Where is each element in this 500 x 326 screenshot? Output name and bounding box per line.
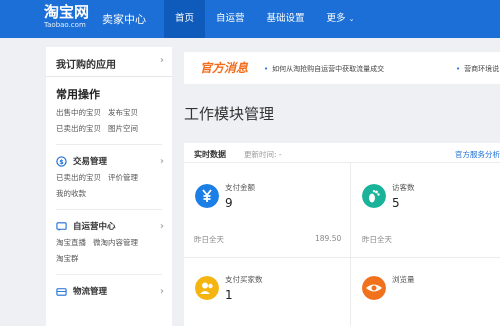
link-reviews[interactable]: 评价管理	[108, 172, 138, 183]
taobao-logo[interactable]: 淘宝网 Taobao.com	[44, 4, 89, 30]
link-taobao-group[interactable]: 淘宝群	[56, 253, 79, 264]
notice-item[interactable]: 如何从淘抢购自运营中获取流量成交	[264, 64, 384, 74]
page-title: 工作模块管理	[184, 105, 275, 123]
card-footer-label: 昨日全天	[194, 235, 224, 244]
group-trade[interactable]: $ 交易管理 ›	[56, 155, 172, 167]
sidebar: 我订购的应用 › 常用操作 出售中的宝贝 发布宝贝 已卖出的宝贝 图片空间 $ …	[46, 47, 172, 326]
svg-text:$: $	[59, 157, 64, 165]
chevron-right-icon: ›	[159, 55, 164, 66]
common-links-row: 出售中的宝贝 发布宝贝	[56, 107, 172, 118]
link-sold-items[interactable]: 已卖出的宝贝	[56, 172, 101, 183]
link-image-space[interactable]: 图片空间	[108, 123, 138, 134]
group-logistics[interactable]: 物流管理 ›	[56, 285, 172, 297]
update-time: 更新时间: -	[244, 150, 282, 159]
group-logistics-title: 物流管理	[73, 287, 108, 297]
divider	[56, 274, 162, 275]
card-label: 支付买家数	[225, 275, 263, 284]
link-publish-item[interactable]: 发布宝贝	[108, 107, 138, 118]
group-trade-title: 交易管理	[73, 157, 108, 167]
group-self-operation[interactable]: 自运营中心 ›	[56, 220, 172, 232]
logo-domain: Taobao.com	[44, 21, 86, 29]
common-actions: 常用操作 出售中的宝贝 发布宝贝 已卖出的宝贝 图片空间 $ 交易管理 › 已卖…	[46, 77, 172, 297]
chevron-right-icon: ›	[159, 155, 164, 167]
seller-center-title[interactable]: 卖家中心	[102, 11, 146, 27]
nav-home[interactable]: 首页	[164, 0, 206, 38]
card-value: 9	[225, 196, 233, 210]
link-my-income[interactable]: 我的收款	[56, 188, 86, 199]
common-links-row: 已卖出的宝贝 图片空间	[56, 123, 172, 134]
nav-more[interactable]: 更多 ⌄	[316, 0, 366, 38]
service-analysis-link[interactable]: 官方服务分析	[455, 149, 500, 160]
my-apps-label: 我订购的应用	[56, 60, 116, 71]
divider	[184, 257, 500, 258]
nav-basic-settings[interactable]: 基础设置	[256, 0, 316, 38]
logistics-icon	[56, 287, 67, 296]
common-actions-title: 常用操作	[56, 88, 100, 101]
notice-item[interactable]: 营商环境说	[456, 64, 499, 74]
card-footer-label: 昨日全天	[362, 235, 392, 244]
link-weitao-content[interactable]: 微淘内容管理	[93, 237, 138, 248]
logo-brand: 淘宝网	[44, 3, 90, 21]
card-value: 1	[225, 288, 233, 302]
realtime-data-panel: 实时数据 更新时间: - 官方服务分析 支付金额 9 昨日全天 189.50 访…	[184, 143, 500, 326]
nav-more-label: 更多	[326, 13, 346, 24]
eye-icon	[362, 276, 386, 300]
group-self-operation-title: 自运营中心	[73, 222, 116, 232]
chevron-right-icon: ›	[159, 220, 164, 232]
realtime-label: 实时数据	[194, 150, 226, 159]
link-sold-items[interactable]: 已卖出的宝贝	[56, 123, 101, 134]
footprint-icon	[362, 184, 386, 208]
divider	[56, 209, 162, 210]
divider	[56, 144, 162, 145]
self-op-links-row: 淘宝直播 微淘内容管理	[56, 237, 172, 248]
link-on-sale[interactable]: 出售中的宝贝	[56, 107, 101, 118]
trade-icon: $	[56, 155, 67, 167]
trade-links-row: 我的收款	[56, 188, 172, 199]
card-label: 支付金额	[225, 183, 255, 192]
self-op-links-row: 淘宝群	[56, 253, 172, 264]
nav-self-operation[interactable]: 自运营	[205, 0, 256, 38]
notice-title: 官方消息	[200, 61, 249, 75]
card-value: 5	[392, 196, 400, 210]
top-nav-bar: 淘宝网 Taobao.com 卖家中心 首页 自运营 基础设置 更多 ⌄	[0, 0, 500, 38]
yen-icon	[195, 184, 219, 208]
card-label: 浏览量	[392, 275, 415, 284]
trade-links-row: 已卖出的宝贝 评价管理	[56, 172, 172, 183]
card-footer-value: 189.50	[315, 234, 342, 243]
main-nav: 首页 自运营 基础设置 更多 ⌄	[164, 0, 365, 38]
chevron-right-icon: ›	[159, 285, 164, 297]
chat-icon	[56, 221, 67, 231]
official-notice-bar: 官方消息 如何从淘抢购自运营中获取流量成交 营商环境说	[184, 52, 500, 84]
panel-header: 实时数据 更新时间: - 官方服务分析	[184, 143, 500, 163]
buyer-icon	[195, 276, 219, 300]
chevron-down-icon: ⌄	[348, 15, 355, 23]
divider	[350, 163, 351, 326]
link-live[interactable]: 淘宝直播	[56, 237, 86, 248]
my-apps-header[interactable]: 我订购的应用 ›	[46, 47, 172, 77]
card-label: 访客数	[392, 183, 415, 192]
